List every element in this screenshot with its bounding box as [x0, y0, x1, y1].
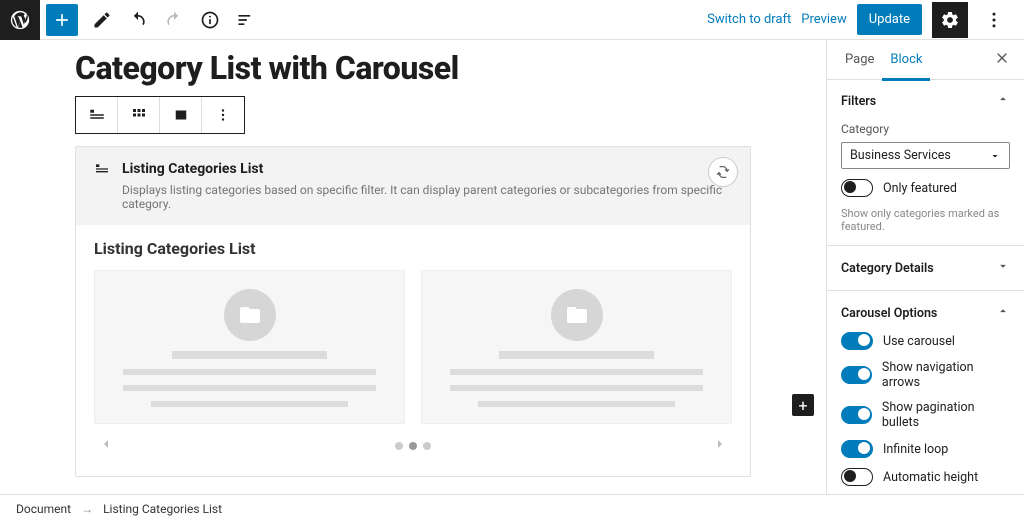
- category-select[interactable]: Business Services: [841, 142, 1010, 169]
- breadcrumb-root[interactable]: Document: [16, 502, 71, 516]
- transform-block-button[interactable]: [708, 157, 738, 187]
- use-carousel-toggle[interactable]: [841, 332, 873, 350]
- editor-top-bar: Switch to draft Preview Update: [0, 0, 1024, 40]
- list-view-button[interactable]: [228, 2, 264, 38]
- panel-title: Filters: [841, 94, 876, 109]
- chevron-up-icon[interactable]: [996, 92, 1010, 110]
- settings-sidebar: Page Block Filters Category Business Ser…: [826, 40, 1024, 494]
- block-toolbar: [75, 96, 245, 134]
- info-button[interactable]: [192, 2, 228, 38]
- auto-height-toggle[interactable]: [841, 468, 873, 486]
- block-more-button[interactable]: [202, 97, 244, 133]
- only-featured-toggle[interactable]: [841, 179, 873, 197]
- toggle-label: Infinite loop: [883, 442, 948, 457]
- carousel-bullets: [395, 442, 431, 450]
- placeholder-card: [421, 270, 732, 424]
- category-label: Category: [841, 122, 1010, 136]
- toggle-label: Use carousel: [883, 334, 955, 349]
- sidebar-tabs: Page Block: [827, 40, 1024, 80]
- only-featured-help: Show only categories marked as featured.: [841, 207, 1010, 233]
- breadcrumb: Document → Listing Categories List: [0, 494, 1024, 522]
- preview-title: Listing Categories List: [94, 239, 732, 258]
- panel-title: Category Details: [841, 261, 934, 276]
- carousel-bullet[interactable]: [395, 442, 403, 450]
- show-bullets-toggle[interactable]: [841, 406, 872, 424]
- close-sidebar-button[interactable]: [990, 46, 1014, 74]
- toggle-label: Show navigation arrows: [882, 360, 1010, 390]
- block-type-icon[interactable]: [76, 97, 118, 133]
- carousel-next-button[interactable]: [712, 436, 728, 456]
- settings-button[interactable]: [932, 2, 968, 38]
- align-full-button[interactable]: [160, 97, 202, 133]
- align-grid-button[interactable]: [118, 97, 160, 133]
- folder-icon: [224, 289, 276, 341]
- update-button[interactable]: Update: [857, 4, 922, 35]
- block-description: Displays listing categories based on spe…: [94, 183, 732, 211]
- tab-page[interactable]: Page: [837, 40, 882, 80]
- block-header: Listing Categories List Displays listing…: [76, 147, 750, 225]
- editor-canvas[interactable]: Category List with Carousel: [0, 40, 826, 494]
- carousel-bullet[interactable]: [409, 442, 417, 450]
- list-icon: [94, 161, 110, 177]
- panel-filters: Filters Category Business Services Only …: [827, 80, 1024, 246]
- carousel-bullet[interactable]: [423, 442, 431, 450]
- breadcrumb-current[interactable]: Listing Categories List: [103, 502, 222, 516]
- insert-block-button[interactable]: +: [792, 394, 814, 416]
- toggle-label: Show pagination bullets: [882, 400, 1010, 430]
- toggle-label: Automatic height: [883, 470, 978, 485]
- add-block-button[interactable]: [46, 4, 78, 36]
- carousel-prev-button[interactable]: [98, 436, 114, 456]
- chevron-down-icon[interactable]: [996, 259, 1010, 277]
- breadcrumb-separator: →: [81, 502, 93, 516]
- switch-to-draft-link[interactable]: Switch to draft: [707, 12, 791, 27]
- preview-link[interactable]: Preview: [801, 12, 846, 27]
- chevron-down-icon: [989, 150, 1001, 162]
- editor-toolbar: [40, 2, 264, 38]
- panel-category-details[interactable]: Category Details: [827, 246, 1024, 291]
- undo-button[interactable]: [120, 2, 156, 38]
- category-select-value: Business Services: [850, 148, 951, 163]
- edit-mode-button[interactable]: [84, 2, 120, 38]
- only-featured-label: Only featured: [883, 181, 957, 196]
- panel-title: Carousel Options: [841, 306, 937, 321]
- wordpress-logo[interactable]: [0, 0, 40, 40]
- more-options-button[interactable]: [978, 2, 1010, 38]
- chevron-up-icon[interactable]: [996, 304, 1010, 322]
- redo-button: [156, 2, 192, 38]
- top-right-actions: Switch to draft Preview Update: [707, 2, 1016, 38]
- tab-block[interactable]: Block: [882, 40, 930, 80]
- folder-icon: [551, 289, 603, 341]
- page-title[interactable]: Category List with Carousel: [75, 52, 751, 84]
- show-arrows-toggle[interactable]: [841, 366, 872, 384]
- placeholder-card: [94, 270, 405, 424]
- panel-carousel-options: Carousel Options Use carousel Show navig…: [827, 291, 1024, 494]
- block-title: Listing Categories List: [122, 161, 263, 177]
- infinite-loop-toggle[interactable]: [841, 440, 873, 458]
- listing-categories-block[interactable]: Listing Categories List Displays listing…: [75, 146, 751, 477]
